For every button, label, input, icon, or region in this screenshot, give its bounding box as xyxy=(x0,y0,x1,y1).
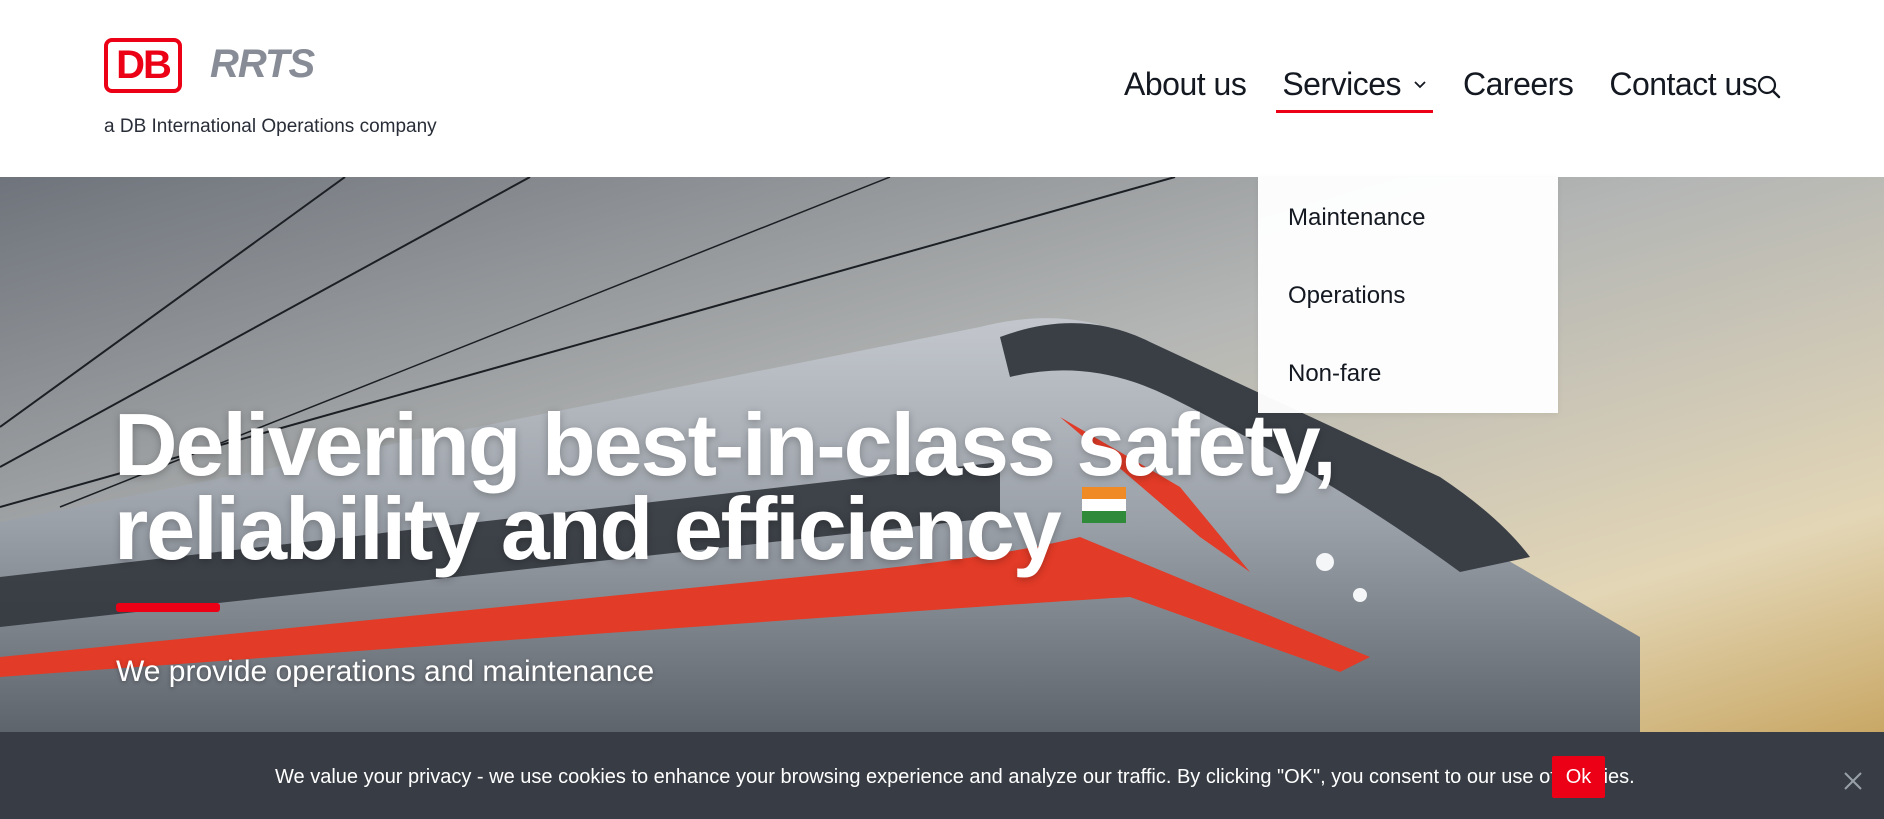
nav-contact-us[interactable]: Contact us xyxy=(1609,66,1757,103)
nav-services[interactable]: Services xyxy=(1276,66,1433,113)
rrts-logo[interactable]: RRTS xyxy=(210,42,315,87)
hero-title: Delivering best-in-class safety, reliabi… xyxy=(114,401,1414,573)
chevron-down-icon xyxy=(1414,80,1426,88)
hero-accent-bar xyxy=(116,603,220,612)
cookie-ok-button[interactable]: Ok xyxy=(1552,756,1605,798)
cookie-banner: We value your privacy - we use cookies t… xyxy=(0,732,1884,819)
close-icon[interactable] xyxy=(1843,771,1863,791)
site-header: DB RRTS a DB International Operations co… xyxy=(0,0,1884,177)
main-nav: About us Services Careers Contact us xyxy=(1124,66,1793,113)
nav-services-label: Services xyxy=(1282,66,1402,102)
nav-about-us-label: About us xyxy=(1124,66,1247,102)
hero-title-line-2: reliability and efficiency xyxy=(114,479,1062,578)
hero-banner: Delivering best-in-class safety, reliabi… xyxy=(0,177,1884,732)
menu-item-operations[interactable]: Operations xyxy=(1288,282,1405,310)
nav-about-us[interactable]: About us xyxy=(1124,66,1247,103)
menu-item-non-fare[interactable]: Non-fare xyxy=(1288,360,1381,388)
nav-careers-label: Careers xyxy=(1463,66,1574,102)
nav-careers[interactable]: Careers xyxy=(1463,66,1574,103)
menu-item-maintenance[interactable]: Maintenance xyxy=(1288,204,1425,232)
company-tagline: a DB International Operations company xyxy=(104,116,437,137)
nav-contact-us-label: Contact us xyxy=(1609,66,1758,102)
hero-subtitle: We provide operations and maintenance xyxy=(116,655,655,688)
cookie-message: We value your privacy - we use cookies t… xyxy=(275,766,1635,788)
search-icon[interactable] xyxy=(1756,74,1782,100)
db-logo[interactable]: DB xyxy=(104,38,182,93)
services-dropdown: Maintenance Operations Non-fare xyxy=(1258,177,1558,413)
